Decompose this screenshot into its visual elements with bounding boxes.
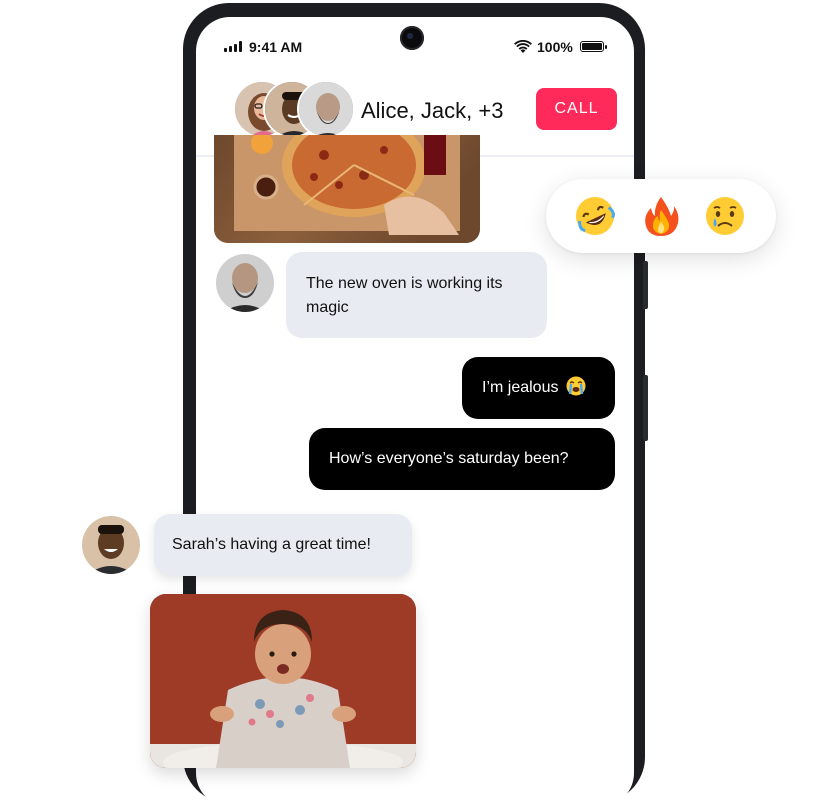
message-bubble-jealous[interactable]: I’m jealous <box>462 357 615 419</box>
avatar-bald-man-message <box>216 254 274 312</box>
avatar-jack-message <box>82 516 140 574</box>
message-text: I’m jealous <box>482 379 559 396</box>
message-text: magic <box>306 299 349 316</box>
loudly-crying-emoji-icon <box>566 376 586 396</box>
call-button[interactable]: CALL <box>536 88 617 130</box>
front-camera <box>400 26 424 50</box>
crying-face-emoji-icon[interactable] <box>703 194 747 238</box>
pizza-photo[interactable] <box>214 135 480 243</box>
message-bubble-oven[interactable]: The new oven is working its magic <box>286 252 547 338</box>
chat-title: Alice, Jack, +3 <box>361 98 504 123</box>
fire-emoji-icon[interactable] <box>639 194 683 238</box>
status-time: 9:41 AM <box>249 39 303 55</box>
rolling-laughing-emoji-icon[interactable] <box>573 194 617 238</box>
message-text: Sarah’s having a great time! <box>172 536 371 553</box>
baby-photo[interactable] <box>150 594 416 768</box>
participant-avatars[interactable] <box>233 80 355 140</box>
message-bubble-saturday[interactable]: How’s everyone’s saturday been? <box>309 428 615 490</box>
battery-percent: 100% <box>537 39 573 55</box>
battery-icon <box>580 41 607 52</box>
message-text: How’s everyone’s saturday been? <box>329 450 569 467</box>
reaction-picker <box>546 179 776 253</box>
message-bubble-sarah[interactable]: Sarah’s having a great time! <box>154 514 412 576</box>
message-text: The new oven is working its <box>306 275 503 292</box>
signal-icon <box>224 41 242 52</box>
avatar-bald-man <box>297 80 355 138</box>
wifi-icon <box>514 40 532 53</box>
